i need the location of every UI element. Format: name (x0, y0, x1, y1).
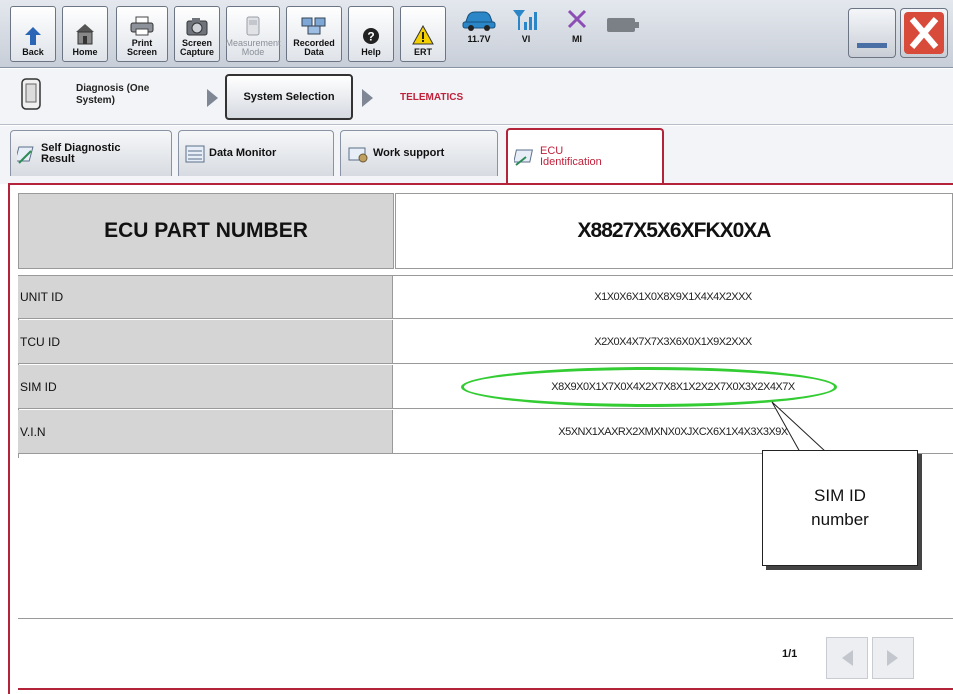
print-screen-button[interactable]: Print Screen (116, 6, 168, 62)
ecu-part-number-value: X8827X5X6XFKX0XA (395, 193, 953, 269)
recorded-data-button[interactable]: Recorded Data (286, 6, 342, 62)
diagnosis-device-icon (21, 78, 41, 110)
row-value-unit-id: X1X0X6X1X0X8X9X1X4X4X2XXX (393, 275, 953, 319)
row-value-tcu-id: X2X0X4X7X7X3X6X0X1X9X2XXX (393, 320, 953, 364)
recorded-data-icon (301, 17, 326, 35)
back-arrow-icon (25, 27, 41, 45)
tab-data-monitor[interactable]: Data Monitor (178, 130, 334, 176)
minimize-button[interactable] (848, 8, 896, 58)
camera-icon (186, 18, 208, 36)
screen-capture-button[interactable]: Screen Capture (174, 6, 220, 62)
sim-id-callout: SIM ID number (762, 450, 918, 566)
tab-ecu-identification-label: ECU Identification (540, 145, 602, 168)
tab-work-support[interactable]: Work support (340, 130, 498, 176)
back-label: Back (22, 47, 44, 57)
row-label-unit-id: UNIT ID (18, 275, 393, 319)
home-icon (76, 24, 94, 45)
vehicle-battery-status: 11.7V (462, 8, 496, 44)
breadcrumb-arrow-icon (207, 89, 218, 107)
mi-disconnected-icon (567, 9, 587, 29)
tab-self-diagnostic-result[interactable]: Self Diagnostic Result (10, 130, 172, 176)
data-monitor-icon (185, 145, 205, 162)
help-icon: ? (363, 28, 379, 44)
breadcrumb-diagnosis[interactable]: Diagnosis (One System) (76, 83, 149, 107)
sim-id-highlight-ellipse (461, 367, 837, 407)
warning-icon (412, 25, 434, 45)
mi-label: MI (572, 34, 582, 44)
home-button[interactable]: Home (62, 6, 108, 62)
measurement-mode-button[interactable]: Measurement Mode (225, 6, 281, 62)
measurement-mode-label: Measurement Mode (225, 38, 281, 57)
help-button[interactable]: ? Help (348, 6, 394, 62)
tab-self-diagnostic-label: Self Diagnostic Result (41, 141, 121, 165)
ecu-part-number-label: ECU PART NUMBER (18, 193, 394, 269)
footer-frame-edge (18, 688, 953, 690)
ert-label: ERT (414, 47, 432, 57)
toolbar: Back Home Print Screen Screen Capture Me… (0, 0, 953, 68)
print-screen-label: Print Screen (126, 38, 158, 57)
mi-status: MI (566, 8, 588, 44)
vi-status: VI (512, 8, 540, 44)
signal-icon (513, 10, 537, 30)
row-value-vin: X5XNX1XAXRX2XMXNX0XJXCX6X1X4X3X3X9X (393, 410, 953, 454)
arrow-left-icon (842, 650, 853, 666)
diagnostic-icon (17, 146, 34, 164)
close-button[interactable] (900, 8, 948, 58)
tab-data-monitor-label: Data Monitor (209, 147, 277, 159)
help-label: Help (361, 47, 381, 57)
car-icon (462, 11, 496, 31)
svg-text:?: ? (367, 30, 374, 44)
row-label-sim-id: SIM ID (18, 365, 393, 409)
recorded-data-label: Recorded Data (293, 38, 335, 57)
battery-indicator (606, 16, 640, 34)
row-label-vin: V.I.N (18, 410, 393, 454)
previous-page-button[interactable] (826, 637, 868, 679)
page-number: 1/1 (782, 648, 798, 660)
next-page-button[interactable] (872, 637, 914, 679)
screen-capture-label: Screen Capture (179, 38, 214, 57)
home-label: Home (72, 47, 98, 57)
back-button[interactable]: Back (10, 6, 56, 62)
breadcrumb-arrow-icon (362, 89, 373, 107)
tab-ecu-identification[interactable]: ECU Identification (506, 128, 664, 184)
measurement-icon (246, 16, 260, 36)
printer-icon (130, 16, 154, 36)
work-support-icon (348, 147, 368, 162)
ecu-identification-icon (514, 149, 533, 166)
close-icon (904, 12, 944, 54)
system-selection-button[interactable]: System Selection (225, 74, 353, 120)
vi-label: VI (521, 34, 531, 44)
tab-work-support-label: Work support (373, 147, 445, 159)
minimize-icon (857, 43, 887, 48)
battery-voltage: 11.7V (467, 34, 491, 44)
ert-button[interactable]: ERT (400, 6, 446, 62)
arrow-right-icon (887, 650, 898, 666)
footer-divider (18, 618, 953, 619)
row-label-tcu-id: TCU ID (18, 320, 393, 364)
battery-icon (607, 18, 639, 32)
breadcrumb-current-telematics: TELEMATICS (400, 92, 464, 103)
